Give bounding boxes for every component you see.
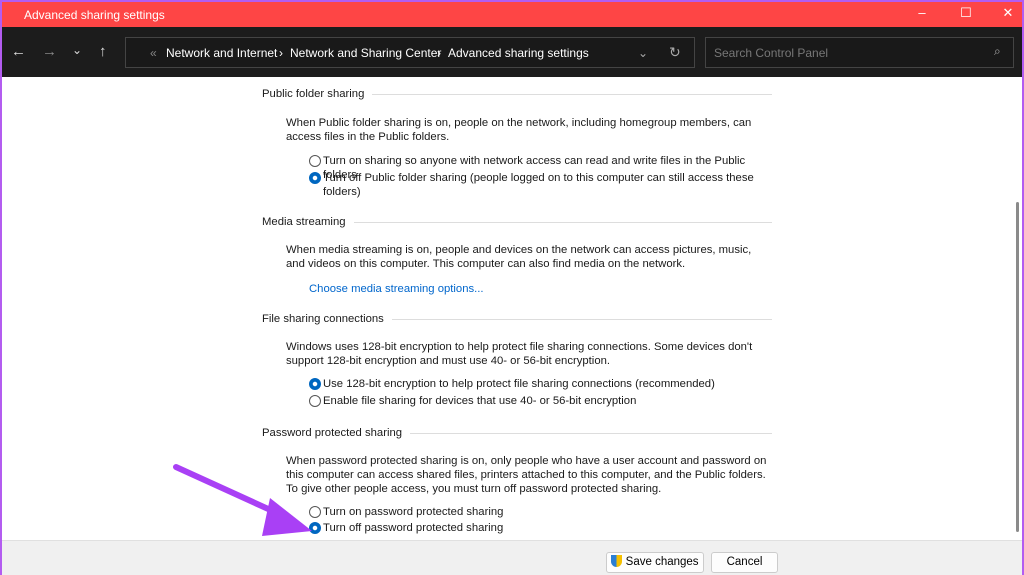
recent-chevron-icon[interactable]: ⌄	[72, 43, 82, 57]
radio-label: Turn off Public folder sharing (people l…	[323, 172, 754, 198]
section-title: Public folder sharing	[262, 88, 365, 100]
settings-content: Public folder sharing When Public folder…	[2, 77, 1014, 540]
file-desc: Windows uses 128-bit encryption to help …	[286, 341, 753, 367]
section-title: Password protected sharing	[262, 427, 403, 439]
up-arrow-icon[interactable]: ↑	[99, 43, 107, 60]
breadcrumb-network-internet[interactable]: Network and Internet	[166, 46, 277, 60]
window-title: Advanced sharing settings	[24, 8, 165, 22]
navigation-bar: ← → ⌄ ↑ « Network and Internet › Network…	[2, 27, 1022, 77]
section-password-sharing: Password protected sharing	[262, 427, 772, 439]
radio-password-off[interactable]: Turn off password protected sharing	[309, 521, 769, 535]
search-icon: ⌕	[994, 44, 1001, 58]
breadcrumb-sharing-center[interactable]: Network and Sharing Center	[290, 46, 441, 60]
refresh-icon[interactable]: ↻	[669, 44, 681, 61]
shield-icon	[611, 555, 623, 567]
radio-public-off[interactable]: Turn off Public folder sharing (people l…	[309, 171, 769, 199]
close-button[interactable]: ✕	[998, 5, 1018, 21]
forward-arrow-icon[interactable]: →	[42, 43, 57, 60]
password-desc: When password protected sharing is on, o…	[286, 455, 767, 495]
annotation-arrow-icon	[173, 464, 312, 536]
address-dropdown-icon[interactable]: ⌄	[638, 46, 648, 60]
public-desc: When Public folder sharing is on, people…	[286, 117, 752, 143]
title-bar: Advanced sharing settings – ☐ ✕	[2, 2, 1022, 27]
maximize-button[interactable]: ☐	[956, 5, 976, 21]
address-bar[interactable]: « Network and Internet › Network and Sha…	[125, 37, 695, 68]
section-media-streaming: Media streaming	[262, 216, 772, 228]
search-placeholder: Search Control Panel	[714, 46, 829, 60]
section-file-sharing: File sharing connections	[262, 313, 772, 325]
save-changes-button[interactable]: Save changes	[606, 552, 704, 573]
radio-password-on[interactable]: Turn on password protected sharing	[309, 505, 769, 519]
search-input[interactable]: Search Control Panel ⌕	[705, 37, 1014, 68]
section-title: File sharing connections	[262, 313, 384, 325]
save-label: Save changes	[625, 556, 699, 568]
radio-40-56bit[interactable]: Enable file sharing for devices that use…	[309, 394, 769, 408]
minimize-button[interactable]: –	[912, 5, 932, 20]
radio-label: Turn off password protected sharing	[323, 522, 504, 534]
section-public-folder: Public folder sharing	[262, 88, 772, 100]
section-title: Media streaming	[262, 216, 346, 228]
scrollbar-thumb[interactable]	[1016, 202, 1019, 532]
breadcrumb-advanced-sharing[interactable]: Advanced sharing settings	[448, 46, 589, 60]
radio-label: Use 128-bit encryption to help protect f…	[323, 378, 715, 390]
radio-label: Turn on password protected sharing	[323, 506, 504, 518]
radio-label: Enable file sharing for devices that use…	[323, 395, 637, 407]
media-streaming-link[interactable]: Choose media streaming options...	[309, 283, 484, 295]
radio-128bit[interactable]: Use 128-bit encryption to help protect f…	[309, 377, 769, 391]
back-arrow-icon[interactable]: ←	[11, 43, 26, 60]
media-desc: When media streaming is on, people and d…	[286, 244, 752, 270]
footer-bar: Save changes Cancel	[2, 540, 1022, 575]
cancel-button[interactable]: Cancel	[711, 552, 778, 573]
